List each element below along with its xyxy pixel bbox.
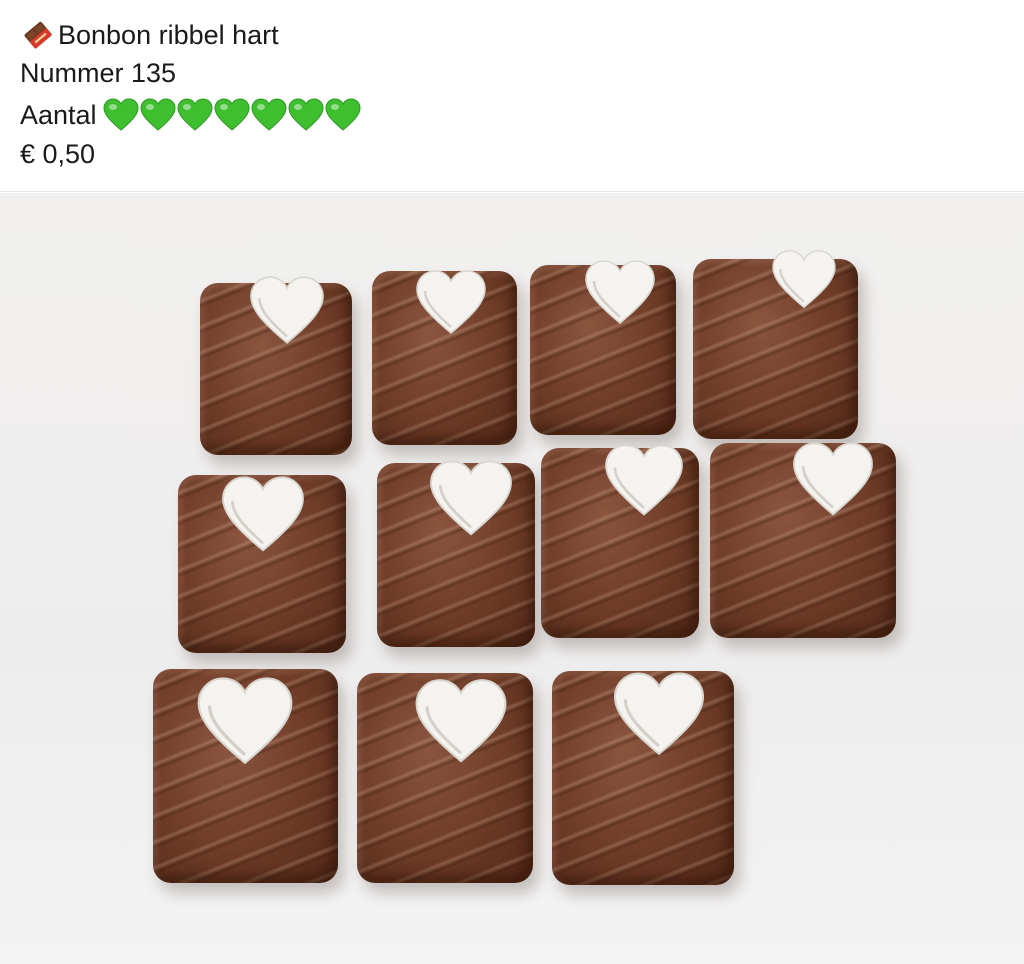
white-heart-decoration bbox=[415, 679, 507, 763]
chocolate-bonbon bbox=[541, 444, 699, 638]
price: € 0,50 bbox=[20, 139, 96, 169]
white-heart-decoration bbox=[197, 677, 293, 765]
green-heart-icon bbox=[140, 98, 176, 131]
post-title-line: Bonbon ribbel hart bbox=[20, 17, 279, 53]
white-heart-decoration bbox=[772, 250, 836, 309]
white-heart-decoration bbox=[585, 260, 655, 325]
green-heart-icon bbox=[251, 98, 287, 131]
chocolate-bonbon bbox=[710, 442, 896, 638]
green-heart-icon bbox=[103, 98, 139, 131]
product-photo bbox=[0, 193, 1024, 964]
white-heart-decoration bbox=[605, 444, 683, 516]
green-heart-icon bbox=[214, 98, 250, 131]
green-heart-icon bbox=[288, 98, 324, 131]
chocolate-bonbon bbox=[153, 669, 338, 883]
amount-line: Aantal bbox=[20, 97, 361, 133]
post-title: Bonbon ribbel hart bbox=[58, 20, 279, 50]
chocolate-bonbon bbox=[357, 673, 533, 883]
white-heart-decoration bbox=[222, 476, 304, 552]
green-heart-icon bbox=[325, 98, 361, 131]
chocolate-bonbon bbox=[530, 260, 676, 435]
white-heart-decoration bbox=[613, 672, 705, 756]
number-line: Nummer 135 bbox=[20, 58, 177, 88]
chocolate-bonbon bbox=[200, 276, 352, 455]
white-heart-decoration bbox=[793, 442, 873, 516]
chocolate-bonbon bbox=[372, 270, 517, 445]
chocolate-bonbon bbox=[178, 475, 346, 653]
white-heart-decoration bbox=[416, 270, 486, 335]
chocolate-bonbon bbox=[552, 671, 734, 885]
chocolate-bar-icon bbox=[24, 21, 52, 49]
amount-hearts bbox=[103, 98, 361, 132]
chocolate-bonbon bbox=[693, 250, 858, 439]
post-header: Bonbon ribbel hart Nummer 135 Aantal € 0… bbox=[0, 0, 1024, 192]
white-heart-decoration bbox=[430, 460, 512, 536]
chocolate-bonbon bbox=[377, 460, 535, 647]
green-heart-icon bbox=[177, 98, 213, 131]
white-heart-decoration bbox=[250, 276, 324, 344]
amount-label: Aantal bbox=[20, 100, 97, 130]
